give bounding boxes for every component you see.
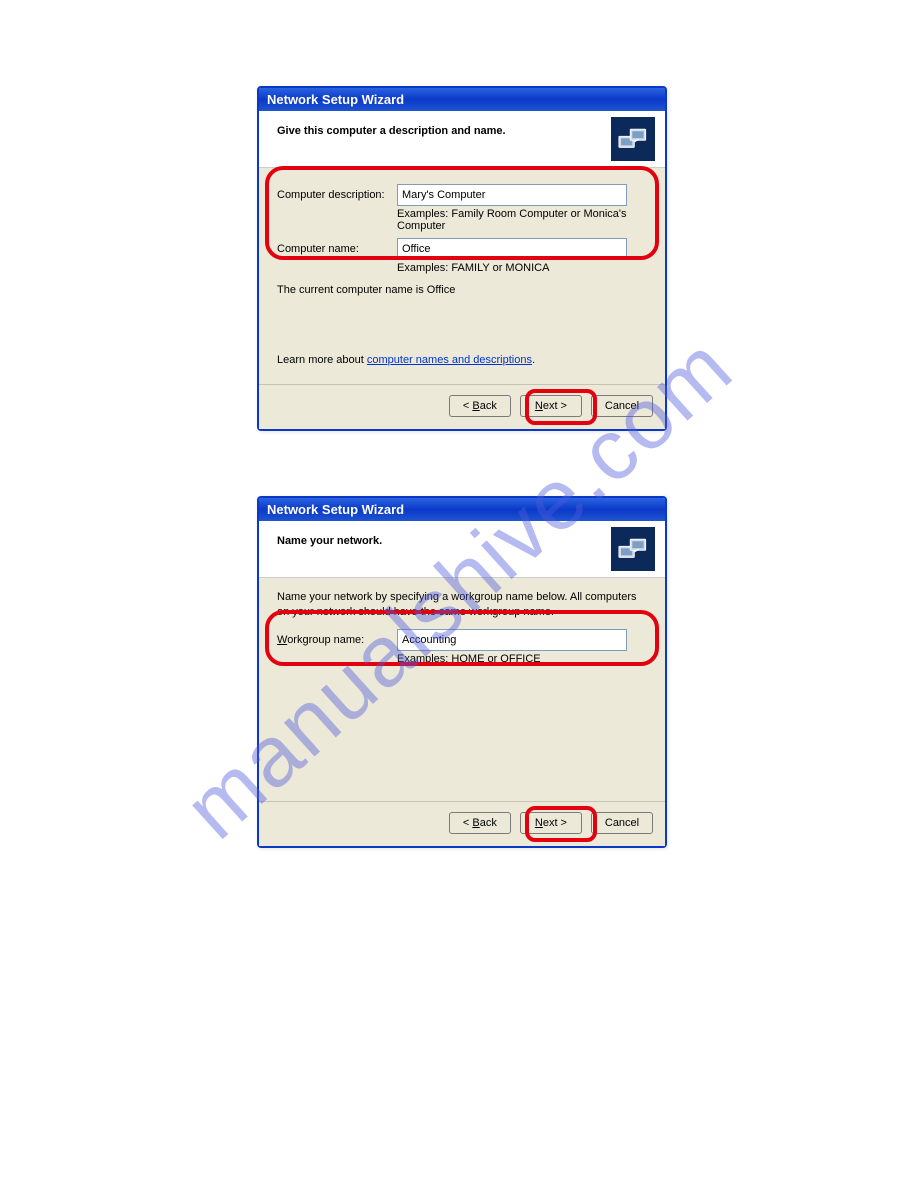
document-page: manualshive.com Network Setup Wizard Giv… (0, 0, 918, 1188)
hint-computer-name: Examples: FAMILY or MONICA (397, 262, 647, 274)
network-computers-icon (611, 527, 655, 571)
learn-prefix: Learn more about (277, 354, 367, 366)
wizard-dialog-description: Network Setup Wizard Give this computer … (257, 86, 667, 431)
intro-text: Name your network by specifying a workgr… (277, 590, 647, 621)
cancel-button[interactable]: Cancel (591, 812, 653, 834)
dialog-body: Computer description: Examples: Family R… (259, 168, 665, 384)
header-title: Name your network. (277, 535, 382, 547)
back-button[interactable]: < Back (449, 812, 511, 834)
label-computer-description: Computer description: (277, 189, 397, 201)
titlebar: Network Setup Wizard (259, 88, 665, 111)
row-computer-description: Computer description: (277, 184, 647, 206)
hint-computer-description: Examples: Family Room Computer or Monica… (397, 208, 647, 232)
body-spacer (277, 671, 647, 791)
row-workgroup: Workgroup name: (277, 629, 647, 651)
input-computer-description[interactable] (397, 184, 627, 206)
titlebar: Network Setup Wizard (259, 498, 665, 521)
dialog-header: Give this computer a description and nam… (259, 111, 665, 168)
next-button[interactable]: Next > (520, 395, 582, 417)
label-workgroup: Workgroup name: (277, 634, 397, 646)
current-prefix: The current computer name is (277, 284, 427, 296)
next-button[interactable]: Next > (520, 812, 582, 834)
label-computer-name: Computer name: (277, 243, 397, 255)
cancel-button[interactable]: Cancel (591, 395, 653, 417)
wizard-dialog-workgroup: Network Setup Wizard Name your network. … (257, 496, 667, 848)
learn-more-line: Learn more about computer names and desc… (277, 354, 647, 366)
current-computer-name-line: The current computer name is Office (277, 284, 647, 296)
hint-workgroup: Examples: HOME or OFFICE (397, 653, 647, 665)
row-computer-name: Computer name: (277, 238, 647, 260)
dialog-header: Name your network. (259, 521, 665, 578)
link-computer-names[interactable]: computer names and descriptions (367, 354, 532, 366)
header-title: Give this computer a description and nam… (277, 125, 506, 137)
button-row: < Back Next > Cancel (259, 384, 665, 429)
current-value: Office (427, 284, 456, 296)
button-row: < Back Next > Cancel (259, 801, 665, 846)
back-button[interactable]: < Back (449, 395, 511, 417)
network-computers-icon (611, 117, 655, 161)
input-workgroup[interactable] (397, 629, 627, 651)
input-computer-name[interactable] (397, 238, 627, 260)
dialog-body: Name your network by specifying a workgr… (259, 578, 665, 801)
